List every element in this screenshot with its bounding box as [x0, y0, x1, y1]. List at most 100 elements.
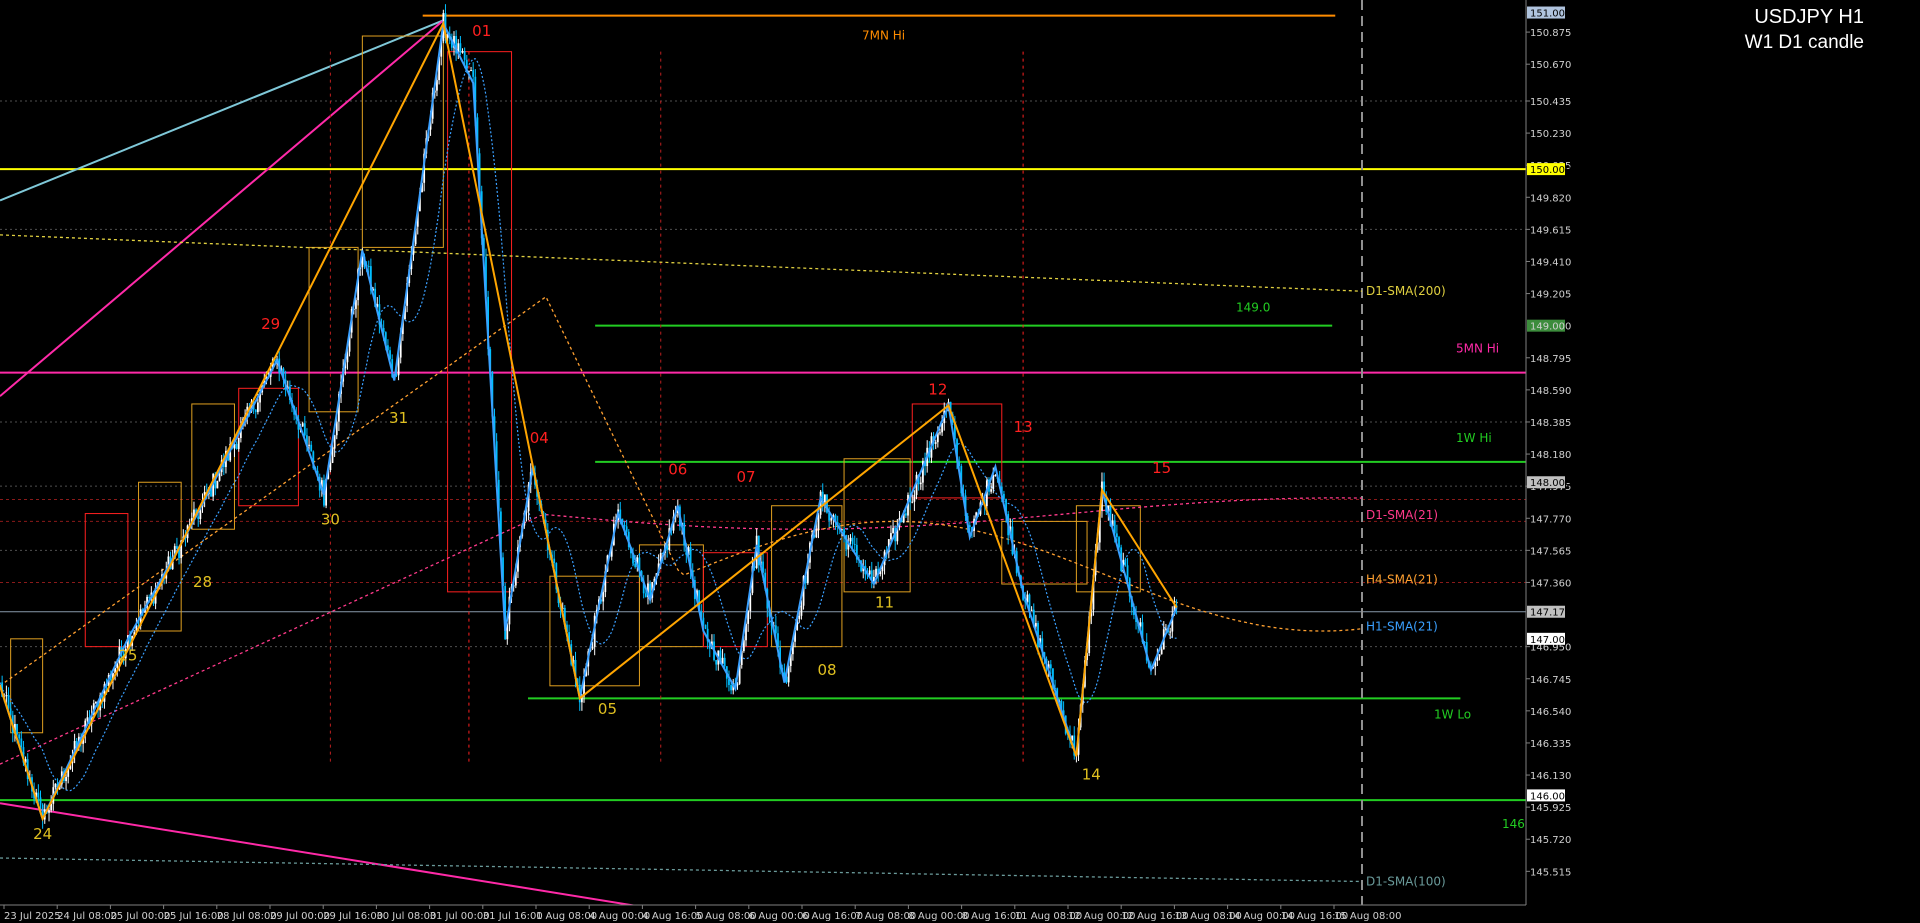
candle-body [591, 646, 594, 649]
ma-d1-sma21 [0, 497, 1363, 765]
candle-body [602, 592, 605, 602]
candle-body [634, 563, 637, 567]
candle-body [301, 423, 304, 427]
ma-label-4: D1-SMA(100) [1366, 875, 1446, 889]
zigzag-fast [0, 20, 1178, 822]
candle-body [310, 444, 313, 452]
candle-body [911, 501, 914, 503]
candle-body [968, 525, 971, 527]
candle-body [990, 489, 993, 492]
price-tick-label-28: 145.720 [1530, 835, 1571, 846]
price-tick-label-6: 149.820 [1530, 193, 1571, 204]
candle-body [459, 43, 462, 53]
price-tick-label-9: 149.205 [1530, 290, 1571, 301]
price-axis: 150.875150.670150.435150.230150.025149.8… [1525, 0, 1920, 923]
candle-body [730, 684, 732, 691]
day-label-31: 31 [389, 409, 408, 427]
time-tick-label-16: 7 Aug 08:00 [855, 911, 916, 922]
candle-body [5, 694, 8, 697]
candle-body [1160, 649, 1163, 655]
level-label-3: 5MN Hi [1456, 342, 1499, 356]
day-label-25: 25 [118, 647, 137, 665]
price-mark-label-4: 147.173 [1530, 608, 1571, 619]
day-label-12: 12 [928, 381, 947, 399]
candle-body [1124, 559, 1127, 566]
trend-line-cyan [0, 19, 444, 202]
candle-body [704, 624, 707, 629]
candle-body [934, 442, 937, 444]
candle-body [815, 529, 818, 538]
price-tick-label-16: 147.770 [1530, 514, 1571, 525]
candle-body [48, 810, 50, 813]
candle-body [1030, 609, 1033, 611]
price-tick-label-11: 148.795 [1530, 354, 1571, 365]
candle-body [849, 537, 852, 542]
candle-body [216, 480, 219, 489]
candle-body [39, 797, 42, 805]
day-label-06: 06 [668, 460, 687, 478]
time-tick-label-8: 31 Jul 00:00 [430, 911, 490, 922]
candle-body [853, 543, 856, 545]
price-axis-background [1526, 0, 1920, 923]
day-label-04: 04 [530, 429, 549, 447]
day-label-24: 24 [33, 825, 52, 843]
day-label-14: 14 [1082, 766, 1101, 784]
level-label-0: 7MN Hi [862, 29, 905, 43]
candle-body [623, 524, 626, 527]
candle-body [463, 50, 466, 60]
candle-body [904, 513, 907, 516]
ma-d1-sma200 [0, 234, 1363, 292]
ma-label-0: D1-SMA(200) [1366, 284, 1446, 298]
price-mark-label-2: 149.000 [1530, 322, 1571, 333]
candle-body [237, 437, 240, 449]
candle-body [65, 776, 67, 782]
day-label-29: 29 [261, 315, 280, 333]
candle-body [1169, 631, 1172, 633]
ma-label-2: H4-SMA(21) [1366, 572, 1438, 586]
time-tick-label-11: 4 Aug 00:00 [589, 911, 650, 922]
day-label-05: 05 [598, 700, 617, 718]
candle-body [1049, 664, 1052, 669]
candle-body [919, 482, 922, 485]
price-tick-label-8: 149.410 [1530, 257, 1571, 268]
day-label-11: 11 [875, 594, 894, 612]
day-box-10 [702, 552, 768, 648]
price-tick-label-13: 148.385 [1530, 418, 1571, 429]
chart-labels: 24 25 28 29 30 31 01 04 05 06 07 08 11 12 13 14 15 [33, 22, 1171, 843]
candle-body [1034, 623, 1037, 627]
price-tick-label-2: 150.670 [1530, 60, 1571, 71]
day-box-7 [447, 51, 513, 593]
price-tick-label-27: 145.925 [1530, 803, 1571, 814]
candle-body [625, 526, 628, 532]
candle-body [723, 657, 726, 667]
time-tick-label-3: 25 Jul 16:00 [164, 911, 224, 922]
time-tick-label-2: 25 Jul 00:00 [110, 911, 170, 922]
time-tick-label-9: 31 Jul 16:00 [483, 911, 543, 922]
candle-body [715, 660, 718, 665]
symbol-title: USDJPY H1 [1754, 6, 1864, 28]
chart-window[interactable]: 7MN Hi 149.0 5MN Hi 1W Hi 1W Lo 146.0 D1-SMA(… [0, 0, 1920, 923]
level-label-5: 1W Lo [1434, 707, 1471, 721]
candle-body [800, 605, 803, 616]
time-axis: 23 Jul 202524 Jul 08:0025 Jul 00:0025 Ju… [0, 904, 1920, 923]
day-box-6 [361, 35, 444, 248]
candle-body [20, 738, 23, 748]
day-label-08: 08 [817, 661, 836, 679]
ma-label-3: H1-SMA(21) [1366, 619, 1438, 633]
level-label-2: 149.0 [1236, 301, 1270, 315]
candle-body [308, 444, 310, 446]
candle-body [1158, 654, 1161, 657]
time-tick-label-4: 28 Jul 08:00 [217, 911, 277, 922]
day-label-28: 28 [193, 573, 212, 591]
price-chart[interactable]: 7MN Hi149.05MN Hi1W Hi1W Lo146.0 D1-SMA(… [0, 0, 1920, 923]
price-mark-label-6: 146.000 [1530, 791, 1571, 802]
time-tick-label-15: 6 Aug 16:00 [802, 911, 863, 922]
time-tick-label-0: 23 Jul 2025 [4, 911, 61, 922]
time-tick-label-5: 29 Jul 00:00 [270, 911, 330, 922]
candle-body [86, 717, 89, 721]
price-tick-label-4: 150.230 [1530, 129, 1571, 140]
candle-body [868, 570, 871, 575]
candle-body [798, 615, 801, 620]
time-tick-label-12: 4 Aug 16:00 [642, 911, 703, 922]
time-tick-label-13: 5 Aug 08:00 [696, 911, 757, 922]
